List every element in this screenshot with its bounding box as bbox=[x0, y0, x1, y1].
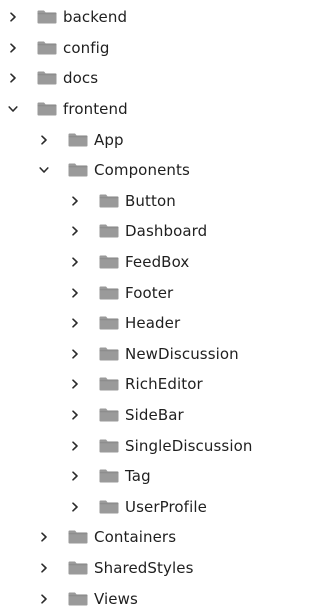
folder-icon bbox=[99, 469, 119, 483]
chevron-down-icon[interactable] bbox=[8, 104, 18, 114]
tree-row-singlediscussion[interactable]: SingleDiscussion bbox=[0, 430, 265, 461]
tree-row-userprofile[interactable]: UserProfile bbox=[0, 492, 265, 523]
tree-row-containers[interactable]: Containers bbox=[0, 522, 265, 553]
tree-row-label: Dashboard bbox=[125, 222, 208, 241]
tree-row-dashboard[interactable]: Dashboard bbox=[0, 216, 265, 247]
folder-icon bbox=[99, 500, 119, 514]
tree-row-label: frontend bbox=[63, 100, 128, 119]
tree-row-label: RichEditor bbox=[125, 375, 203, 394]
tree-row-label: Components bbox=[94, 161, 190, 180]
tree-row-header[interactable]: Header bbox=[0, 308, 265, 339]
chevron-right-icon[interactable] bbox=[70, 441, 80, 451]
tree-row-label: SideBar bbox=[125, 406, 184, 425]
tree-row-views[interactable]: Views bbox=[0, 583, 265, 614]
tree-row-richeditor[interactable]: RichEditor bbox=[0, 369, 265, 400]
tree-row-label: FeedBox bbox=[125, 253, 190, 272]
chevron-right-icon[interactable] bbox=[8, 12, 18, 22]
chevron-right-icon[interactable] bbox=[70, 379, 80, 390]
folder-tree: backend config docs frontend App Compone… bbox=[0, 2, 265, 614]
folder-icon bbox=[99, 194, 119, 208]
folder-icon bbox=[37, 41, 57, 55]
tree-row-sidebar[interactable]: SideBar bbox=[0, 400, 265, 431]
tree-row-label: Footer bbox=[125, 283, 174, 302]
tree-row-label: docs bbox=[63, 69, 99, 88]
tree-row-tag[interactable]: Tag bbox=[0, 461, 265, 492]
folder-icon bbox=[37, 10, 57, 24]
folder-icon bbox=[99, 347, 119, 361]
tree-row-label: Views bbox=[94, 589, 138, 608]
tree-row-feedbox[interactable]: FeedBox bbox=[0, 247, 265, 278]
tree-row-label: SharedStyles bbox=[94, 558, 194, 577]
tree-row-label: Tag bbox=[125, 467, 151, 486]
chevron-right-icon[interactable] bbox=[70, 502, 80, 512]
tree-row-docs[interactable]: docs bbox=[0, 63, 265, 94]
folder-icon bbox=[37, 71, 57, 85]
chevron-down-icon[interactable] bbox=[39, 165, 49, 175]
tree-row-label: Header bbox=[125, 314, 181, 333]
tree-row-label: SingleDiscussion bbox=[125, 436, 253, 455]
chevron-right-icon[interactable] bbox=[70, 410, 80, 420]
chevron-right-icon[interactable] bbox=[70, 288, 80, 298]
folder-icon bbox=[99, 255, 119, 269]
chevron-right-icon[interactable] bbox=[70, 318, 80, 328]
folder-icon bbox=[68, 561, 88, 575]
tree-row-label: NewDiscussion bbox=[125, 344, 239, 363]
tree-row-app[interactable]: App bbox=[0, 124, 265, 155]
chevron-right-icon[interactable] bbox=[70, 196, 80, 206]
tree-row-label: backend bbox=[63, 8, 128, 27]
tree-row-label: UserProfile bbox=[125, 497, 207, 516]
tree-row-newdiscussion[interactable]: NewDiscussion bbox=[0, 339, 265, 370]
folder-icon bbox=[99, 286, 119, 300]
folder-icon bbox=[99, 316, 119, 330]
chevron-right-icon[interactable] bbox=[39, 532, 49, 542]
folder-icon bbox=[68, 530, 88, 544]
chevron-right-icon[interactable] bbox=[39, 135, 49, 145]
folder-icon bbox=[99, 408, 119, 422]
chevron-right-icon[interactable] bbox=[70, 471, 80, 481]
tree-row-label: config bbox=[63, 38, 110, 57]
tree-row-label: App bbox=[94, 130, 124, 149]
tree-row-config[interactable]: config bbox=[0, 33, 265, 64]
tree-row-sharedstyles[interactable]: SharedStyles bbox=[0, 553, 265, 584]
chevron-right-icon[interactable] bbox=[70, 349, 80, 359]
chevron-right-icon[interactable] bbox=[70, 257, 80, 267]
folder-icon bbox=[99, 439, 119, 453]
tree-row-label: Containers bbox=[94, 528, 177, 547]
chevron-right-icon[interactable] bbox=[70, 226, 80, 237]
tree-row-label: Button bbox=[125, 191, 176, 210]
tree-row-backend[interactable]: backend bbox=[0, 2, 265, 33]
folder-icon bbox=[68, 592, 88, 606]
folder-icon bbox=[68, 133, 88, 147]
chevron-right-icon[interactable] bbox=[39, 563, 49, 573]
chevron-right-icon[interactable] bbox=[8, 73, 18, 84]
folder-icon bbox=[99, 224, 119, 238]
chevron-right-icon[interactable] bbox=[39, 593, 49, 604]
tree-row-frontend[interactable]: frontend bbox=[0, 94, 265, 125]
folder-icon bbox=[68, 163, 88, 177]
tree-row-footer[interactable]: Footer bbox=[0, 277, 265, 308]
tree-row-components[interactable]: Components bbox=[0, 155, 265, 186]
chevron-right-icon[interactable] bbox=[8, 43, 18, 53]
folder-icon bbox=[99, 377, 119, 391]
tree-row-button[interactable]: Button bbox=[0, 186, 265, 217]
folder-icon bbox=[37, 102, 57, 116]
